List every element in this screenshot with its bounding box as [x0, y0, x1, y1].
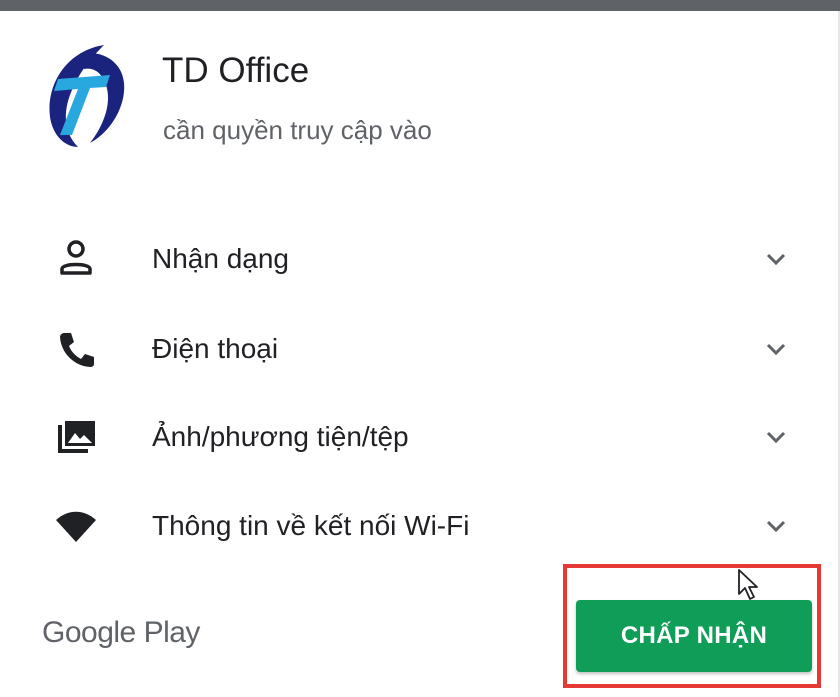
permission-label: Điện thoại	[152, 333, 279, 364]
chevron-down-icon[interactable]	[762, 514, 790, 538]
app-subtitle: cần quyền truy cập vào	[163, 115, 432, 145]
photo-folder-icon	[58, 421, 95, 453]
window-top-bar	[0, 0, 840, 11]
mouse-cursor-icon	[738, 569, 758, 600]
permission-row-wifi[interactable]: Thông tin về kết nối Wi-Fi	[0, 488, 838, 564]
wifi-icon	[56, 511, 96, 542]
permission-label: Ảnh/phương tiện/tệp	[152, 421, 409, 452]
permission-label: Nhận dạng	[152, 243, 290, 274]
permission-row-media[interactable]: Ảnh/phương tiện/tệp	[0, 399, 838, 475]
permission-row-identity[interactable]: Nhận dạng	[0, 221, 838, 297]
google-play-logo: Google Play	[42, 616, 200, 649]
app-title: TD Office	[162, 51, 310, 90]
chevron-down-icon[interactable]	[762, 337, 790, 361]
accept-button[interactable]: CHẤP NHẬN	[576, 600, 812, 672]
phone-icon	[60, 333, 94, 367]
td-office-logo	[49, 45, 125, 147]
chevron-down-icon[interactable]	[762, 425, 790, 449]
chevron-down-icon[interactable]	[762, 247, 790, 271]
person-icon	[60, 240, 92, 275]
permission-label: Thông tin về kết nối Wi-Fi	[152, 510, 470, 541]
permission-row-phone[interactable]: Điện thoại	[0, 311, 838, 387]
